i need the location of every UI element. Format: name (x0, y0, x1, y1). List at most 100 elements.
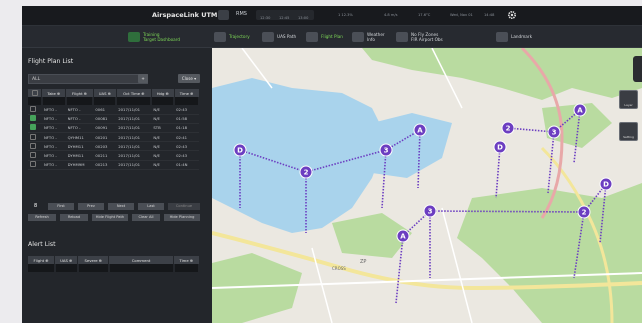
place-label: ZP (360, 259, 366, 265)
uas-path-toggle[interactable]: UAS Path (262, 28, 296, 45)
waypoint[interactable]: A (396, 229, 410, 243)
table-cell: N/E (151, 105, 175, 115)
alert-col-uas[interactable]: UAS ⊕ (54, 256, 79, 265)
filter-input[interactable] (65, 97, 95, 106)
filter-select[interactable]: ALL (28, 74, 148, 84)
table-row[interactable]: NFTO - NFTO -00081 2017/11/01 N/E 01:58 (28, 114, 199, 124)
alert-col-time[interactable]: Time ⊕ (173, 256, 200, 265)
landmark-label: Landmark (511, 34, 533, 39)
table-cell: NFTO - (41, 132, 66, 143)
table-row[interactable]: NFTO - DYHM11 00203 2017/11/01 N/E 02:43 (28, 141, 199, 152)
trajectory-toggle[interactable]: Trajectory (214, 28, 250, 45)
setting-button[interactable]: Setting (619, 122, 638, 141)
waypoint[interactable]: 3 (423, 204, 437, 218)
setting-label: Setting (623, 135, 634, 139)
map-toolbar: Training Target Dashboard Trajectory UAS … (22, 26, 642, 48)
landmark-toggle[interactable]: Landmark (496, 28, 532, 45)
col-hdg[interactable]: Hdg ⊕ (151, 89, 175, 98)
hide-flight-path-button[interactable]: Hide Flight Path (92, 214, 128, 221)
table-cell: NFTO - (41, 105, 66, 115)
continue-button[interactable]: Continue (168, 203, 200, 210)
table-cell: 2017/11/01 (116, 105, 152, 115)
row-checkbox[interactable] (30, 124, 36, 131)
top-bar: AirspaceLink UTM RMS 12:30 12:45 13:00 1… (22, 6, 642, 26)
reload-button[interactable]: Reload (60, 214, 88, 221)
next-page-button[interactable]: Next (108, 203, 134, 210)
row-checkbox[interactable] (30, 151, 36, 158)
waypoint[interactable]: 2 (577, 205, 591, 219)
waypoint[interactable]: 3 (379, 143, 393, 157)
table-row[interactable]: NFTO - QYHM11 00201 2017/11/01 N/E 02:41 (28, 132, 199, 143)
filter-input[interactable] (174, 97, 200, 106)
alert-col-severe[interactable]: Severe ⊕ (77, 256, 110, 265)
hide-planning-button[interactable]: Hide Planning (164, 214, 200, 221)
monitor-icon[interactable] (218, 10, 229, 20)
col-uas[interactable]: UAS ⊕ (93, 89, 117, 98)
filter-input[interactable] (41, 97, 67, 106)
table-row[interactable]: NFTO - NFTO -0061 2017/11/01 N/E 02:43 (28, 105, 199, 115)
waypoint[interactable]: D (493, 140, 507, 154)
col-take[interactable]: Take ⊕ (41, 89, 67, 98)
collapse-handle[interactable] (633, 56, 642, 82)
waypoint[interactable]: A (413, 123, 427, 137)
table-cell: 02:41 (174, 132, 199, 143)
gear-icon[interactable] (507, 10, 517, 20)
row-checkbox[interactable] (30, 133, 36, 140)
filter-input[interactable] (77, 264, 110, 273)
clear-all-button[interactable]: Clear All (132, 214, 160, 221)
table-row[interactable]: NFTO - NFTO -00091 2017/11/01 STB 01:18 (28, 123, 199, 133)
row-checkbox[interactable] (30, 115, 36, 122)
filter-input[interactable] (28, 264, 56, 273)
waypoint[interactable]: 3 (547, 125, 561, 139)
filter-input[interactable] (108, 264, 175, 273)
map-view[interactable]: ZP CROSS D 2 3 A 2 D 3 A 3 A 2 D Layer S… (212, 48, 642, 323)
filter-input[interactable] (54, 264, 79, 273)
stat-clock: 14:48 (484, 13, 495, 17)
dashboard-label: Dashboard (157, 36, 181, 42)
row-checkbox[interactable] (30, 105, 36, 112)
close-button[interactable]: Close ▾ (178, 74, 200, 83)
waypoint[interactable]: D (599, 177, 613, 191)
col-oct-time[interactable]: Oct Time ⊕ (116, 89, 152, 98)
last-page-button[interactable]: Last (138, 203, 164, 210)
filter-input[interactable] (151, 97, 176, 106)
waypoint[interactable]: A (573, 103, 587, 117)
nfz-toggle[interactable]: No Fly Zones FIR Airport Obs (396, 28, 443, 45)
uas-path-label: UAS Path (277, 34, 297, 39)
flight-plan-toggle[interactable]: Flight Plan (306, 28, 343, 45)
table-cell: NFTO - (65, 123, 94, 133)
filter-input[interactable] (116, 97, 153, 106)
row-checkbox[interactable] (30, 161, 36, 168)
waypoint[interactable]: 2 (299, 165, 313, 179)
select-all-checkbox[interactable] (31, 89, 38, 96)
layer-button[interactable]: Layer (619, 90, 638, 109)
page-number: 8 (34, 203, 38, 209)
weather-toggle[interactable]: Weather Info (352, 28, 385, 45)
prev-page-button[interactable]: Prev (78, 203, 104, 210)
table-cell: NFTO - (41, 150, 66, 161)
filter-input[interactable] (93, 97, 118, 106)
alert-col-comment[interactable]: Comment (108, 256, 175, 265)
training-toggle[interactable]: Training Target Dashboard (128, 28, 180, 45)
table-header: Take ⊕ Flight ⊕ UAS ⊕ Oct Time ⊕ Hdg ⊕ T… (28, 89, 200, 98)
col-flight[interactable]: Flight ⊕ (65, 89, 94, 98)
table-cell: 2017/11/01 (116, 150, 152, 161)
map-canvas[interactable]: ZP CROSS D 2 3 A 2 D 3 A 3 A 2 D (212, 48, 642, 323)
waypoint[interactable]: 2 (501, 121, 515, 135)
time-tick-1: 12:30 (260, 16, 271, 20)
refresh-button[interactable]: Refresh (28, 214, 56, 221)
table-cell: STB (151, 123, 175, 133)
table-cell: 01:58 (174, 114, 199, 124)
col-time[interactable]: Time ⊕ (174, 89, 200, 98)
table-cell: QYHM11 (65, 132, 94, 143)
row-checkbox[interactable] (30, 142, 36, 149)
filter-input[interactable] (173, 264, 201, 273)
add-filter-button[interactable]: + (138, 74, 148, 83)
table-row[interactable]: NFTO - DYHM9M 00213 2017/11/01 N/E 01:4N (28, 160, 199, 170)
no-fly-icon (396, 31, 408, 42)
alert-col-flight[interactable]: Flight ⊕ (28, 256, 56, 265)
alert-filter-row (28, 264, 201, 273)
first-page-button[interactable]: First (48, 203, 74, 210)
waypoint[interactable]: D (233, 143, 247, 157)
table-row[interactable]: NFTO - DYHM11 00211 2017/11/01 N/E 02:43 (28, 150, 199, 161)
